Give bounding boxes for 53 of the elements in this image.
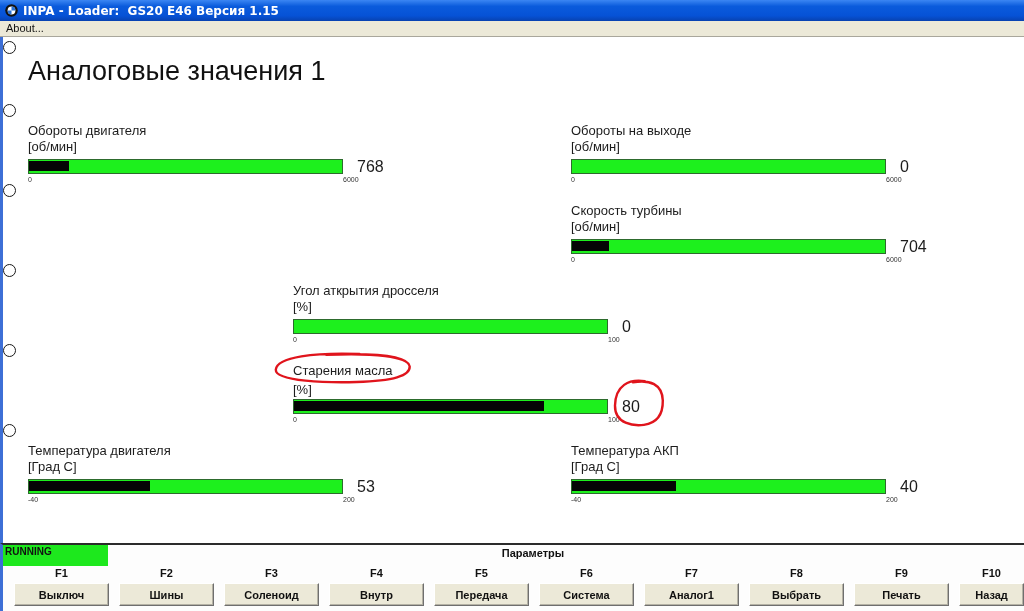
gauge-value: 40 <box>900 477 918 496</box>
gauge-value: 0 <box>622 317 631 336</box>
gauge-unit: [об/мин] <box>28 139 77 155</box>
status-indicator: RUNNING <box>3 545 108 566</box>
function-key-label: F1 <box>55 567 68 580</box>
gauge-label: Температура АКП <box>571 443 679 459</box>
radio-button[interactable] <box>3 344 16 357</box>
radio-button[interactable] <box>3 104 16 117</box>
function-key-button[interactable]: Шины <box>119 583 214 606</box>
function-key-label: F2 <box>160 567 173 580</box>
function-key-button[interactable]: Передача <box>434 583 529 606</box>
function-key-button[interactable]: Выбрать <box>749 583 844 606</box>
menu-item[interactable]: About... <box>3 22 47 35</box>
radio-button[interactable] <box>3 424 16 437</box>
gauge-unit: [Град С] <box>571 459 620 475</box>
window-title: INPA - Loader: GS20 E46 Версия 1.15 <box>23 3 279 18</box>
function-key-label: F7 <box>685 567 698 580</box>
gauge-label: Обороты на выходе <box>571 123 692 139</box>
screen-title: Аналоговые значения 1 <box>28 56 326 86</box>
gauge-value: 0 <box>900 157 909 176</box>
function-key-label: F4 <box>370 567 383 580</box>
panel-title: Параметры <box>501 547 565 560</box>
function-key-label: F5 <box>475 567 488 580</box>
gauge-unit: [об/мин] <box>571 219 620 235</box>
gauge-label: Обороты двигателя <box>28 123 147 139</box>
function-key-button[interactable]: Внутр <box>329 583 424 606</box>
gauge-label: Скорость турбины <box>571 203 682 219</box>
function-key-label: F8 <box>790 567 803 580</box>
function-key-label: F3 <box>265 567 278 580</box>
gauge-label: Температура двигателя <box>28 443 171 459</box>
function-key-button[interactable]: Соленоид <box>224 583 319 606</box>
function-key-button[interactable]: Аналог1 <box>644 583 739 606</box>
gauge-value: 80 <box>622 397 640 416</box>
gauge-label: Угол аткрытия дросселя <box>293 283 439 299</box>
function-key-label: F10 <box>982 567 1001 580</box>
radio-button[interactable] <box>3 264 16 277</box>
app-logo-icon <box>5 4 18 17</box>
function-key-label: F6 <box>580 567 593 580</box>
gauge-label: Старения масла <box>293 363 393 379</box>
gauge-value: 53 <box>357 477 375 496</box>
gauge-unit: [%] <box>293 382 312 398</box>
gauge-unit: [об/мин] <box>571 139 620 155</box>
function-key-button[interactable]: Система <box>539 583 634 606</box>
gauge-value: 704 <box>900 237 927 256</box>
function-key-button[interactable]: Печать <box>854 583 949 606</box>
radio-button[interactable] <box>3 184 16 197</box>
function-key-button[interactable]: Назад <box>959 583 1024 606</box>
gauge-unit: [%] <box>293 299 312 315</box>
function-key-button[interactable]: Выключ <box>14 583 109 606</box>
gauge-unit: [Град С] <box>28 459 77 475</box>
gauge-value: 768 <box>357 157 384 176</box>
function-key-label: F9 <box>895 567 908 580</box>
radio-button[interactable] <box>3 41 16 54</box>
